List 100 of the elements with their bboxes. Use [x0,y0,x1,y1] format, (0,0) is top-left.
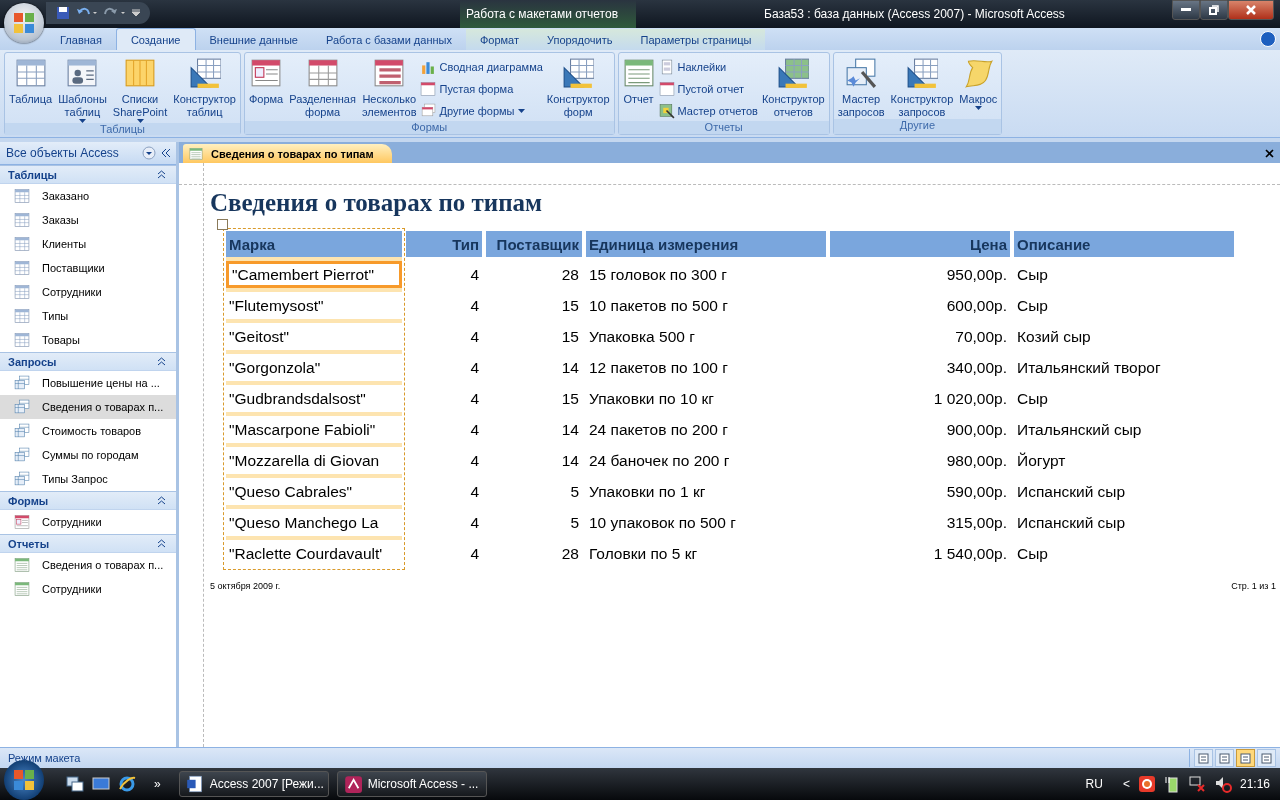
table-cell-text: 950,00р. [945,264,1008,285]
ribbon-button[interactable]: Разделенная форма [287,55,358,119]
collapse-group-icon[interactable] [157,496,166,505]
ribbon-tab[interactable]: Упорядочить [533,29,627,50]
ribbon-button[interactable]: Пустой отчет [658,79,758,99]
page-number: Стр. 1 из 1 [1231,581,1276,591]
customize-caret-icon[interactable] [132,9,140,17]
report-icon [14,557,30,573]
start-button[interactable] [4,760,44,800]
document-tab[interactable]: Сведения о товарах по типам [183,144,392,163]
ribbon-button[interactable]: Макрос [957,55,1000,110]
ribbon-button[interactable]: Наклейки [658,57,758,77]
move-handle[interactable] [217,219,228,230]
view-button[interactable] [1194,749,1213,767]
table-cell-text: 4 [469,481,480,502]
close-icon [1246,5,1256,15]
view-icon [1198,752,1209,764]
taskbar-button[interactable]: Access 2007 [Режи... [178,771,329,797]
column-header: Поставщик [486,231,582,257]
table-cell-text: 10 упаковок по 500 г [588,512,737,533]
close-button[interactable] [1228,0,1274,20]
list-columns-icon [124,57,156,89]
nav-group-header[interactable]: Отчеты [0,534,176,553]
table-icon [14,260,30,276]
ribbon-button[interactable]: Несколько элементов [359,55,419,119]
nav-group-header[interactable]: Таблицы [0,165,176,184]
split-form-icon [306,57,339,89]
desktop-icon[interactable] [92,776,110,792]
ribbon-tab[interactable]: Параметры страницы [626,29,766,50]
ribbon-button[interactable]: Конструктор форм [544,55,612,119]
table-icon [14,212,30,228]
view-icon [1240,752,1251,764]
ribbon-button[interactable]: Мастер запросов [835,55,887,119]
list-form-icon [373,57,406,89]
caret-icon [974,106,982,110]
ribbon-button[interactable]: Шаблоны таблиц [56,55,109,123]
language-indicator[interactable]: RU [1085,777,1103,791]
table-cell-text: 590,00р. [945,481,1008,502]
query-icon [14,447,30,463]
ribbon-button[interactable]: Отчет [620,55,657,106]
scroll-icon [962,57,995,89]
table-cell-text: Упаковки по 10 кг [588,388,716,409]
nav-group-header[interactable]: Запросы [0,352,176,371]
table-cell-text: 14 [560,419,580,440]
speaker-muted-icon[interactable] [1213,775,1232,793]
table-cell-text: 5 [569,512,580,533]
ribbon-button[interactable]: Другие формы [420,101,543,121]
chart-icon [420,59,437,75]
network-icon[interactable] [1187,775,1206,793]
restore-button[interactable] [1200,0,1228,20]
ribbon-tab[interactable]: Создание [115,28,196,50]
ribbon-button[interactable]: Сводная диаграмма [420,57,543,77]
collapse-icon[interactable] [160,147,172,159]
nav-item[interactable]: Сведения о товарах п... [0,395,176,419]
blank-page-icon [658,81,675,97]
windows-icon[interactable] [66,776,84,792]
minimize-button[interactable] [1172,0,1200,20]
table-cell-text: 600,00р. [945,295,1008,316]
taskbar-button[interactable]: Microsoft Access - ... [336,771,487,797]
document-icon [185,775,204,793]
ribbon-tab[interactable]: Внешние данные [195,29,312,50]
ribbon-tab[interactable]: Главная [46,29,116,50]
report-title: Сведения о товарах по типам [210,189,543,217]
browser-icon[interactable] [118,775,136,793]
table-ruler-icon [188,57,221,89]
ribbon-button[interactable]: Форма [246,55,286,106]
collapse-group-icon[interactable] [157,357,166,366]
collapse-group-icon[interactable] [157,170,166,179]
view-button[interactable] [1215,749,1234,767]
table-cell-text: 1 540,00р. [932,543,1008,564]
form-icon [14,514,30,530]
ribbon-button[interactable]: Мастер отчетов [658,101,758,121]
help-icon[interactable] [1260,31,1276,47]
battery-icon[interactable] [1163,775,1180,793]
windows-logo-icon [13,769,35,791]
view-button[interactable] [1236,749,1255,767]
table-cell-text: Испанский сыр [1016,481,1127,502]
dropdown-icon[interactable] [142,146,156,160]
column-header: Единица измерения [586,231,826,257]
ribbon-button[interactable]: Списки SharePoint [110,55,170,123]
close-icon[interactable] [1265,149,1274,158]
table-cell-text: 70,00р. [954,326,1008,347]
ribbon-button[interactable]: Таблица [7,55,55,106]
ribbon-button[interactable]: Конструктор отчетов [759,55,827,119]
ribbon-tab[interactable]: Работа с базами данных [311,29,466,50]
table-cell-text: Сыр [1016,543,1049,564]
blank-page-icon [420,81,437,97]
view-button[interactable] [1257,749,1276,767]
collapse-group-icon[interactable] [157,539,166,548]
office-button[interactable] [4,3,44,43]
nav-group-header[interactable]: Формы [0,491,176,510]
ribbon-button[interactable]: Пустая форма [420,79,543,99]
ribbon-tab[interactable]: Формат [465,29,533,50]
show-hidden-icons[interactable]: < [1122,777,1130,791]
table-cell-text: 4 [469,264,480,285]
save-icon[interactable] [56,6,70,20]
target-icon[interactable] [1137,775,1156,793]
more-button[interactable]: » [154,777,161,791]
ribbon-button[interactable]: Конструктор таблиц [171,55,238,119]
ribbon-button[interactable]: Конструктор запросов [888,55,956,119]
